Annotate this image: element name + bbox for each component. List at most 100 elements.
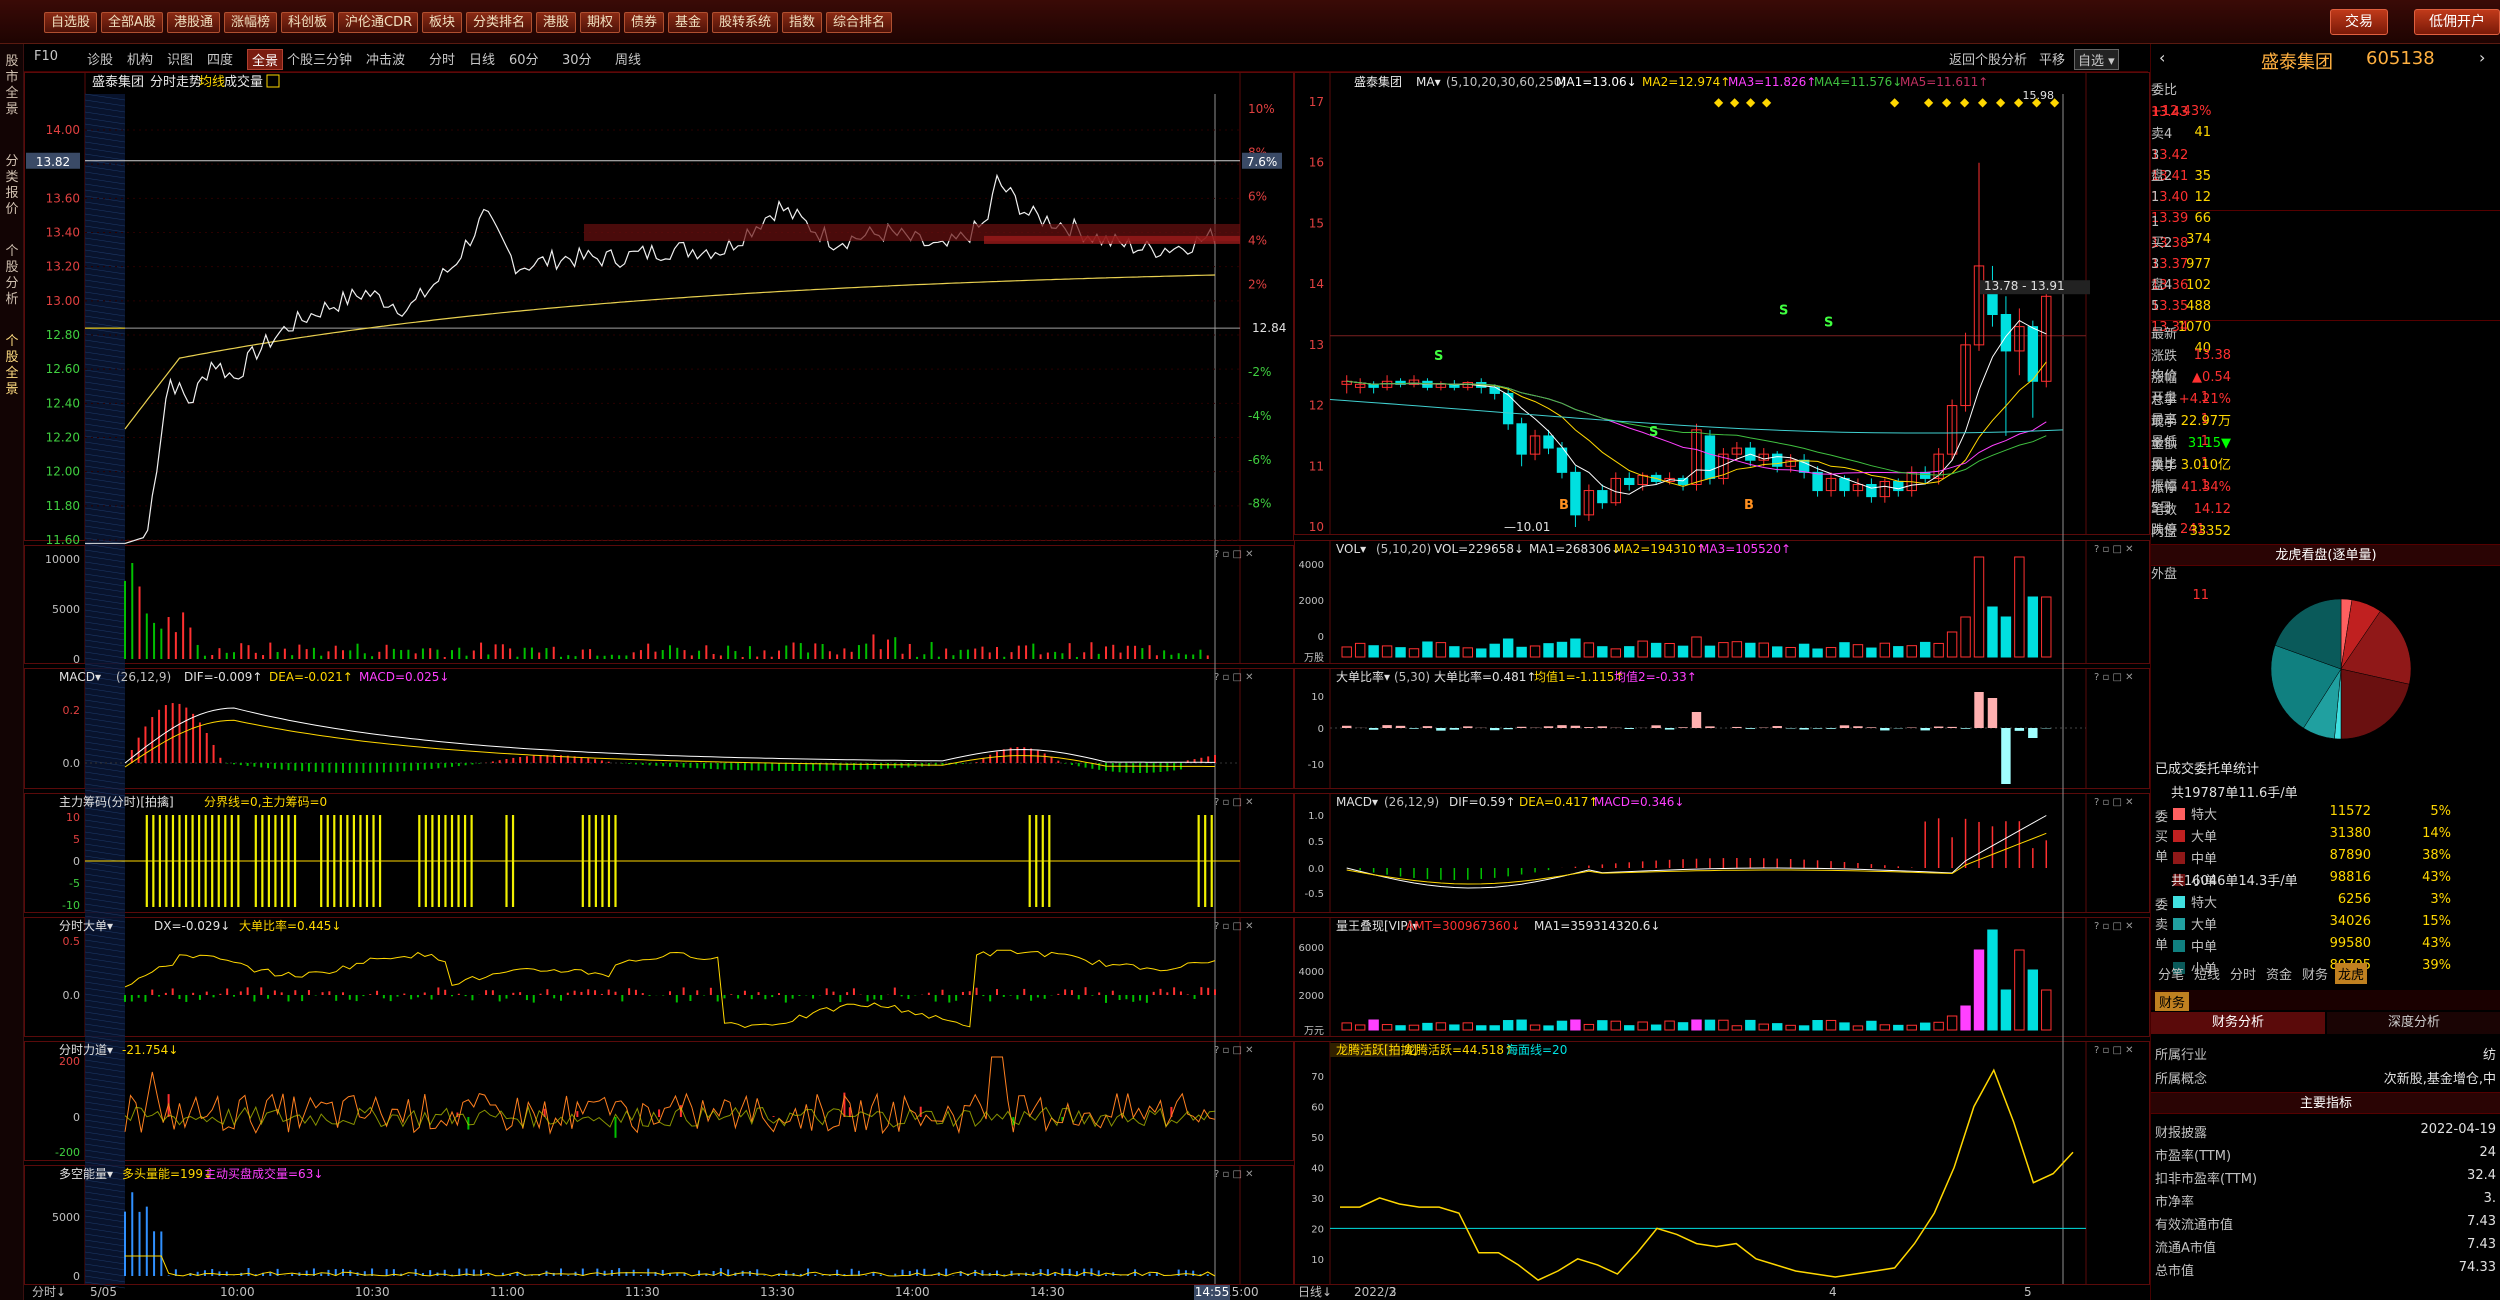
- subbar-item-2[interactable]: 机构: [127, 49, 153, 68]
- return-analysis-link[interactable]: 返回个股分析: [1949, 49, 2027, 68]
- dbb-bar: [1597, 726, 1608, 728]
- toolbar-item-0[interactable]: 自选股: [44, 12, 97, 33]
- dbb-bar: [1987, 698, 1998, 728]
- forward-arrow-icon[interactable]: ›: [2479, 48, 2485, 67]
- subbar-item-9[interactable]: 日线: [469, 49, 495, 68]
- toolbar-item-10[interactable]: 债券: [624, 12, 664, 33]
- subbar-item-4[interactable]: 四度: [207, 49, 233, 68]
- kline-chart-area[interactable]: ? ▫ □ ✕ ? ▫ □ ✕ ? ▫ □ ✕ ? ▫ □ ✕ ? ▫ □ ✕ 盛泰集团 M…: [1294, 72, 2150, 1300]
- lw-bar: [1933, 1021, 1944, 1031]
- fin-analysis-tab[interactable]: 财务分析: [2151, 1012, 2325, 1034]
- time-axis-prefix: 分时↓: [32, 1285, 66, 1299]
- buy-signal: B: [1559, 498, 1569, 513]
- concept-label: 所属概念: [2155, 1072, 2208, 1087]
- lw-bar: [1919, 1022, 1931, 1031]
- toolbar-item-4[interactable]: 科创板: [281, 12, 334, 33]
- subbar-item-3[interactable]: 识图: [167, 49, 193, 68]
- kline-macd-frame: [1294, 793, 2150, 913]
- kmacd-tick: -0.5: [1304, 889, 1324, 900]
- toolbar-item-1[interactable]: 全部A股: [101, 12, 163, 33]
- open-account-button[interactable]: 低佣开户: [2414, 9, 2500, 35]
- candle-body: [1919, 471, 1931, 479]
- time-label: 11:30: [625, 1285, 660, 1299]
- kline-ma-value: MA4=11.576↓: [1814, 75, 1902, 89]
- toolbar-item-2[interactable]: 港股通: [167, 12, 220, 33]
- toolbar-item-5[interactable]: 沪伦通CDR: [338, 12, 418, 33]
- toolbar-item-11[interactable]: 基金: [668, 12, 708, 33]
- subbar-item-10[interactable]: 60分: [509, 49, 539, 68]
- toolbar-item-7[interactable]: 分类排名: [466, 12, 532, 33]
- subbar-item-6[interactable]: 个股三分钟: [287, 49, 352, 68]
- quote-tab-2[interactable]: 分时: [2227, 963, 2259, 984]
- stat-row-1: 涨跌 ▲0.54 开盘 1: [2151, 346, 2500, 427]
- fin-row-label: 有效流通市值: [2155, 1218, 2234, 1233]
- fin-tab[interactable]: 财务: [2155, 992, 2190, 1011]
- toolbar-item-3[interactable]: 涨幅榜: [224, 12, 277, 33]
- subbar-item-8[interactable]: 分时: [429, 49, 455, 68]
- deep-analysis-tab[interactable]: 深度分析: [2327, 1012, 2500, 1034]
- toolbar-item-12[interactable]: 股转系统: [712, 12, 778, 33]
- subbar-item-5[interactable]: 全景: [247, 49, 284, 70]
- quote-tab-1[interactable]: 短线: [2191, 963, 2223, 984]
- vtab-0[interactable]: 股市全景: [2, 54, 22, 118]
- kline-time-label: 3: [1389, 1285, 1397, 1299]
- back-arrow-icon[interactable]: ‹: [2159, 48, 2165, 67]
- lw-bar: [1489, 1025, 1500, 1031]
- quote-tab-4[interactable]: 财务: [2299, 963, 2331, 984]
- lw-bar: [1650, 1024, 1662, 1031]
- vtab-1[interactable]: 分类报价: [2, 154, 22, 218]
- subbar-item-1[interactable]: 诊股: [87, 49, 113, 68]
- pan-button[interactable]: 平移: [2039, 49, 2065, 68]
- quote-tab-5[interactable]: 龙虎: [2335, 963, 2368, 984]
- trade-button[interactable]: 交易: [2330, 9, 2388, 35]
- lt-tick: 60: [1311, 1103, 1324, 1114]
- candle-body: [2027, 326, 2039, 382]
- kline-volume-bar: [1408, 648, 1420, 658]
- subbar-item-0[interactable]: F10: [34, 49, 58, 64]
- toolbar-item-14[interactable]: 综合排名: [826, 12, 892, 33]
- fin-row-label: 扣非市盈率(TTM): [2155, 1172, 2258, 1187]
- big-order-ratio: 大单比率=0.445↓: [239, 918, 341, 933]
- dbb-bar: [2014, 728, 2025, 731]
- subbar-item-11[interactable]: 30分: [562, 49, 592, 68]
- quote-tab-3[interactable]: 资金: [2263, 963, 2295, 984]
- signal-diamond: ◆: [1730, 95, 1740, 109]
- watchlist-select[interactable]: 自选 ▾: [2074, 49, 2119, 70]
- kline-volume-bar: [1610, 648, 1621, 658]
- quote-tab-0[interactable]: 分笔: [2155, 963, 2187, 984]
- lw-bar: [1798, 1025, 1810, 1031]
- kline-time-prefix: 日线↓: [1298, 1285, 1332, 1299]
- kline-high-label: 15.98: [2023, 89, 2055, 102]
- lt-tick: 70: [1311, 1072, 1324, 1083]
- pct-tick-label: 4%: [1248, 233, 1267, 247]
- buy-stat-pct: 14%: [2422, 826, 2451, 841]
- dbb-bar: [1409, 728, 1419, 729]
- dbb-bar: [1691, 712, 1702, 728]
- toolbar-item-9[interactable]: 期权: [580, 12, 620, 33]
- vtab-3[interactable]: 个股全景: [2, 334, 22, 398]
- intraday-chart-area[interactable]: 盛泰集团分时走势均线成交量14.0013.8013.6013.4013.2013…: [24, 72, 1294, 1300]
- subbar-item-12[interactable]: 周线: [615, 49, 641, 68]
- buy-stat-count: 11572: [2329, 804, 2371, 819]
- vol-tick: 2000: [1299, 596, 1324, 607]
- pct-tick-label: -2%: [1248, 365, 1271, 379]
- price-tick-label: 12.40: [46, 396, 80, 410]
- sell-row-1: 3 13.41 12: [2151, 145, 2500, 205]
- multi-value: 多头量能=199↓: [122, 1167, 213, 1181]
- kline-volume-bar: [2000, 616, 2012, 658]
- vtab-2[interactable]: 个股分析: [2, 244, 22, 308]
- buy-stat-pct: 5%: [2430, 804, 2451, 819]
- candle-body: [1489, 386, 1500, 394]
- subbar-item-7[interactable]: 冲击波: [366, 49, 405, 68]
- toolbar-item-8[interactable]: 港股: [536, 12, 576, 33]
- dbb-bar: [1489, 728, 1500, 731]
- toolbar-item-6[interactable]: 板块: [422, 12, 462, 33]
- signal-diamond: ◆: [1960, 95, 1970, 109]
- candle-body: [1812, 471, 1823, 492]
- toolbar-item-13[interactable]: 指数: [782, 12, 822, 33]
- signal-diamond: ◆: [1924, 95, 1934, 109]
- lw-bar: [1906, 1024, 1917, 1031]
- lh-title: 龙虎看盘(逐单量): [2151, 544, 2500, 566]
- lw-bar: [1987, 929, 1998, 1031]
- dbb-value: 大单比率=0.481↑: [1434, 669, 1536, 684]
